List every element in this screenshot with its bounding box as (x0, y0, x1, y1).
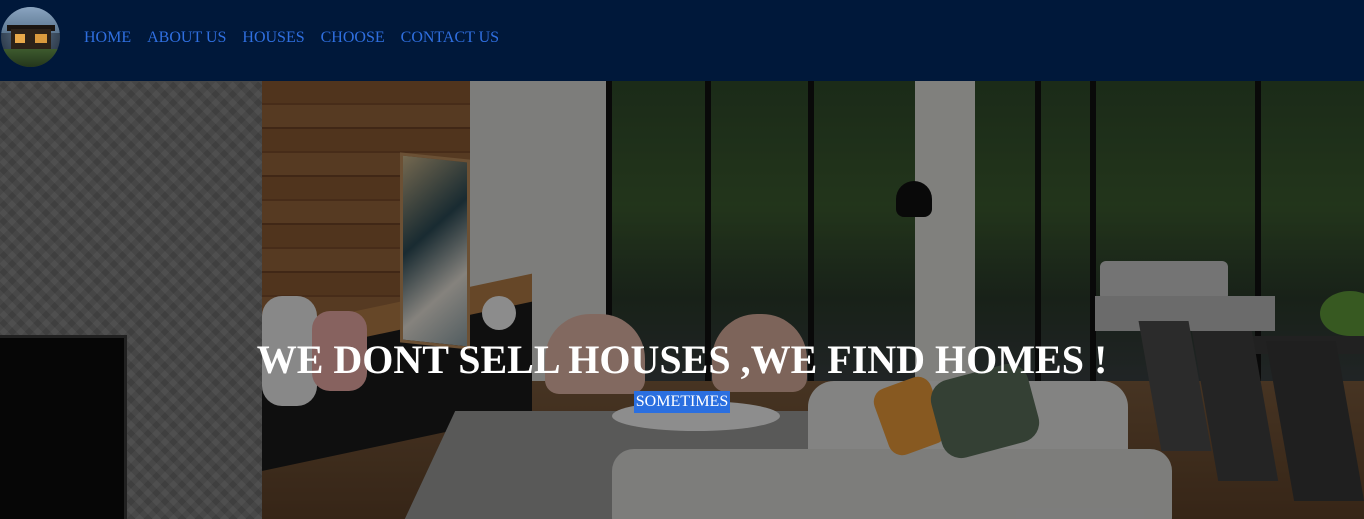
logo-lawn (1, 49, 60, 67)
nav-link-home[interactable]: HOME (84, 28, 131, 48)
house-logo[interactable] (1, 7, 60, 67)
hero-banner: WE DONT SELL HOUSES ,WE FIND HOMES ! SOM… (0, 81, 1364, 519)
logo-window (15, 34, 25, 43)
navbar: HOME ABOUT US HOUSES CHOOSE CONTACT US (0, 0, 1364, 81)
nav-link-about-us[interactable]: ABOUT US (147, 28, 226, 48)
hero-title: WE DONT SELL HOUSES ,WE FIND HOMES ! (256, 337, 1108, 382)
nav-link-choose[interactable]: CHOOSE (321, 28, 385, 48)
nav-menu: HOME ABOUT US HOUSES CHOOSE CONTACT US (84, 28, 515, 48)
nav-link-houses[interactable]: HOUSES (242, 28, 304, 48)
hero-badge[interactable]: SOMETIMES (633, 391, 731, 413)
logo-window (35, 34, 47, 43)
hero-badge-container: SOMETIMES (0, 391, 1364, 413)
hero-overlay (0, 81, 1364, 519)
nav-link-contact-us[interactable]: CONTACT US (401, 28, 499, 48)
